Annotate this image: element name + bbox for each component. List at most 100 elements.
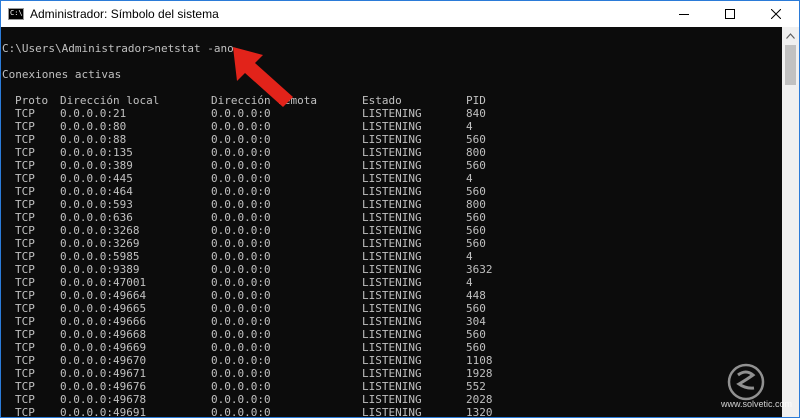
cell-pid: 560 (466, 302, 486, 315)
command-prompt-line: C:\Users\Administrador>netstat -ano (2, 42, 234, 55)
minimize-button[interactable] (661, 1, 707, 27)
cell-pid: 560 (466, 159, 486, 172)
cell-pid: 2028 (466, 393, 493, 406)
cell-state: LISTENING (362, 198, 422, 211)
active-connections-heading: Conexiones activas (2, 68, 122, 81)
cell-state: LISTENING (362, 302, 422, 315)
cell-remote-address: 0.0.0.0:0 (211, 380, 271, 393)
cell-remote-address: 0.0.0.0:0 (211, 393, 271, 406)
cell-pid: 448 (466, 289, 486, 302)
table-row: TCP 0.0.0.0:49670 0.0.0.0:0 LISTENING 1108 (1, 354, 782, 367)
cell-remote-address: 0.0.0.0:0 (211, 133, 271, 146)
cell-proto: TCP (15, 328, 35, 341)
cell-state: LISTENING (362, 367, 422, 380)
table-row: TCP 0.0.0.0:49671 0.0.0.0:0 LISTENING 1928 (1, 367, 782, 380)
cell-local-address: 0.0.0.0:49670 (60, 354, 147, 367)
cell-remote-address: 0.0.0.0:0 (211, 276, 271, 289)
red-arrow-icon (233, 47, 293, 107)
cell-proto: TCP (15, 250, 35, 263)
cell-remote-address: 0.0.0.0:0 (211, 211, 271, 224)
cell-proto: TCP (15, 263, 35, 276)
cell-state: LISTENING (362, 380, 422, 393)
scrollbar-thumb[interactable] (785, 45, 796, 85)
close-icon (771, 9, 781, 19)
table-row: TCP 0.0.0.0:445 0.0.0.0:0 LISTENING 4 (1, 172, 782, 185)
watermark-text: www.solvetic.com (721, 399, 793, 409)
table-row: TCP 0.0.0.0:9389 0.0.0.0:0 LISTENING 3632 (1, 263, 782, 276)
cell-proto: TCP (15, 211, 35, 224)
chevron-up-icon (786, 32, 795, 39)
cell-remote-address: 0.0.0.0:0 (211, 250, 271, 263)
table-row: TCP 0.0.0.0:47001 0.0.0.0:0 LISTENING 4 (1, 276, 782, 289)
maximize-button[interactable] (707, 1, 753, 27)
close-button[interactable] (753, 1, 799, 27)
cell-pid: 1108 (466, 354, 493, 367)
table-row: TCP 0.0.0.0:49669 0.0.0.0:0 LISTENING 560 (1, 341, 782, 354)
cell-proto: TCP (15, 354, 35, 367)
cell-proto: TCP (15, 107, 35, 120)
column-proto: Proto (15, 94, 49, 107)
cell-local-address: 0.0.0.0:49691 (60, 406, 147, 418)
cell-pid: 560 (466, 328, 486, 341)
cell-pid: 560 (466, 341, 486, 354)
cell-proto: TCP (15, 302, 35, 315)
cell-remote-address: 0.0.0.0:0 (211, 341, 271, 354)
cell-proto: TCP (15, 159, 35, 172)
cell-pid: 800 (466, 198, 486, 211)
console-output[interactable]: C:\Users\Administrador>netstat -ano Cone… (1, 27, 782, 418)
cell-local-address: 0.0.0.0:593 (60, 198, 133, 211)
table-row: TCP 0.0.0.0:88 0.0.0.0:0 LISTENING 560 (1, 133, 782, 146)
cell-state: LISTENING (362, 328, 422, 341)
cell-state: LISTENING (362, 393, 422, 406)
cell-remote-address: 0.0.0.0:0 (211, 198, 271, 211)
cell-local-address: 0.0.0.0:445 (60, 172, 133, 185)
cell-remote-address: 0.0.0.0:0 (211, 315, 271, 328)
cell-remote-address: 0.0.0.0:0 (211, 172, 271, 185)
cell-pid: 560 (466, 133, 486, 146)
table-row: TCP 0.0.0.0:49666 0.0.0.0:0 LISTENING 304 (1, 315, 782, 328)
solvetic-watermark: www.solvetic.com (705, 363, 792, 415)
table-row: TCP 0.0.0.0:49664 0.0.0.0:0 LISTENING 448 (1, 289, 782, 302)
console-app-icon: C:\ (8, 8, 24, 20)
cell-local-address: 0.0.0.0:49666 (60, 315, 147, 328)
title-bar[interactable]: C:\ Administrador: Símbolo del sistema (1, 1, 799, 27)
cell-remote-address: 0.0.0.0:0 (211, 185, 271, 198)
cell-state: LISTENING (362, 289, 422, 302)
cell-local-address: 0.0.0.0:5985 (60, 250, 140, 263)
cell-local-address: 0.0.0.0:3269 (60, 237, 140, 250)
window-title: Administrador: Símbolo del sistema (30, 7, 219, 21)
table-header: Proto Dirección local Dirección remota E… (1, 94, 782, 107)
cell-state: LISTENING (362, 250, 422, 263)
cell-pid: 1928 (466, 367, 493, 380)
scroll-up-button[interactable] (782, 27, 799, 44)
cell-proto: TCP (15, 367, 35, 380)
cell-state: LISTENING (362, 159, 422, 172)
cell-state: LISTENING (362, 406, 422, 418)
cell-pid: 4 (466, 172, 473, 185)
cell-state: LISTENING (362, 315, 422, 328)
cell-pid: 4 (466, 276, 473, 289)
cell-pid: 552 (466, 380, 486, 393)
cell-proto: TCP (15, 341, 35, 354)
cell-proto: TCP (15, 276, 35, 289)
cell-proto: TCP (15, 315, 35, 328)
cell-remote-address: 0.0.0.0:0 (211, 146, 271, 159)
cell-proto: TCP (15, 393, 35, 406)
cell-local-address: 0.0.0.0:80 (60, 120, 127, 133)
cell-proto: TCP (15, 380, 35, 393)
column-pid: PID (466, 94, 486, 107)
command-prompt-window: C:\ Administrador: Símbolo del sistema C… (0, 0, 800, 418)
table-row: TCP 0.0.0.0:49676 0.0.0.0:0 LISTENING 552 (1, 380, 782, 393)
table-row: TCP 0.0.0.0:593 0.0.0.0:0 LISTENING 800 (1, 198, 782, 211)
table-row: TCP 0.0.0.0:80 0.0.0.0:0 LISTENING 4 (1, 120, 782, 133)
table-row: TCP 0.0.0.0:464 0.0.0.0:0 LISTENING 560 (1, 185, 782, 198)
cell-remote-address: 0.0.0.0:0 (211, 263, 271, 276)
cell-proto: TCP (15, 133, 35, 146)
cell-state: LISTENING (362, 237, 422, 250)
cell-proto: TCP (15, 289, 35, 302)
cell-pid: 840 (466, 107, 486, 120)
vertical-scrollbar[interactable] (782, 27, 799, 417)
cell-local-address: 0.0.0.0:49664 (60, 289, 147, 302)
cell-pid: 560 (466, 224, 486, 237)
cell-pid: 800 (466, 146, 486, 159)
